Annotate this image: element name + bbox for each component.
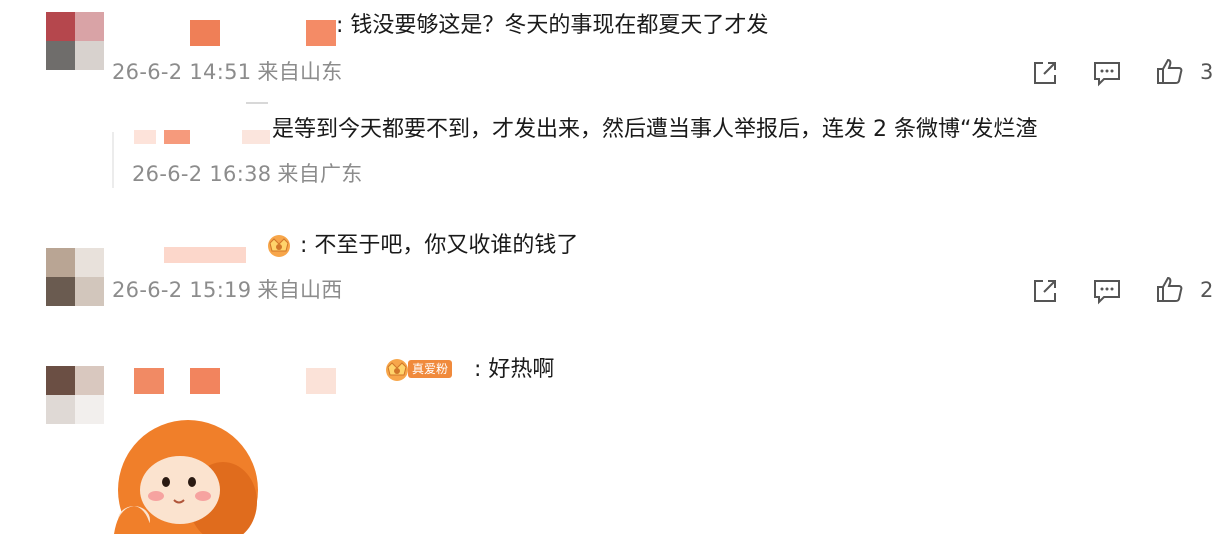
fan-badge: 真爱粉 [380,355,453,383]
reply-divider [112,132,114,188]
like-button[interactable] [1155,56,1185,86]
comment-text: : 钱没要够这是？冬天的事现在都夏天了才发 [336,13,769,38]
reply-location: 来自广东 [277,162,363,186]
comment-location: 来自山西 [257,278,343,302]
comment-location: 来自山东 [257,60,343,84]
avatar[interactable] [46,12,104,70]
comment-date: 26-6-2 15:19 [112,278,252,302]
sticker-face [140,456,220,524]
comment-button[interactable] [1092,276,1122,306]
comment-date: 26-6-2 14:51 [112,60,252,84]
fan-badge-label: 真爱粉 [408,360,453,378]
like-button[interactable] [1155,274,1185,304]
comment-icon [1094,62,1120,87]
share-icon [1034,62,1056,84]
crown-icon [268,235,290,257]
vip-badge [262,231,296,259]
comment-icon [1094,280,1120,305]
sticker-left-blush [148,491,164,501]
comment-meta: 26-6-2 15:19 来自山西 [112,276,343,304]
sticker-right-eye [188,477,196,487]
thumbs-up-icon [1157,276,1183,302]
like-count: 3 [1200,60,1214,84]
reply-date: 26-6-2 16:38 [132,162,272,186]
sticker-right-blush [195,491,211,501]
avatar[interactable] [46,248,104,306]
monkey-sticker [114,420,258,534]
comment-text: : 不至于吧，你又收谁的钱了 [300,233,579,258]
thumbs-up-icon [1157,58,1183,84]
share-button[interactable] [1030,276,1060,306]
share-icon [1034,280,1056,302]
avatar[interactable] [46,366,104,424]
reply-meta: 26-6-2 16:38 来自广东 [132,160,363,188]
sticker-left-eye [162,477,170,487]
share-button[interactable] [1030,58,1060,88]
comment-text: : 好热啊 [474,357,555,382]
like-count: 2 [1200,278,1214,302]
comment-meta: 26-6-2 14:51 来自山东 [112,58,343,86]
comment-button[interactable] [1092,58,1122,88]
reply-text: 是等到今天都要不到，才发出来，然后遭当事人举报后，连发 2 条微博“发烂渣 [272,117,1038,142]
